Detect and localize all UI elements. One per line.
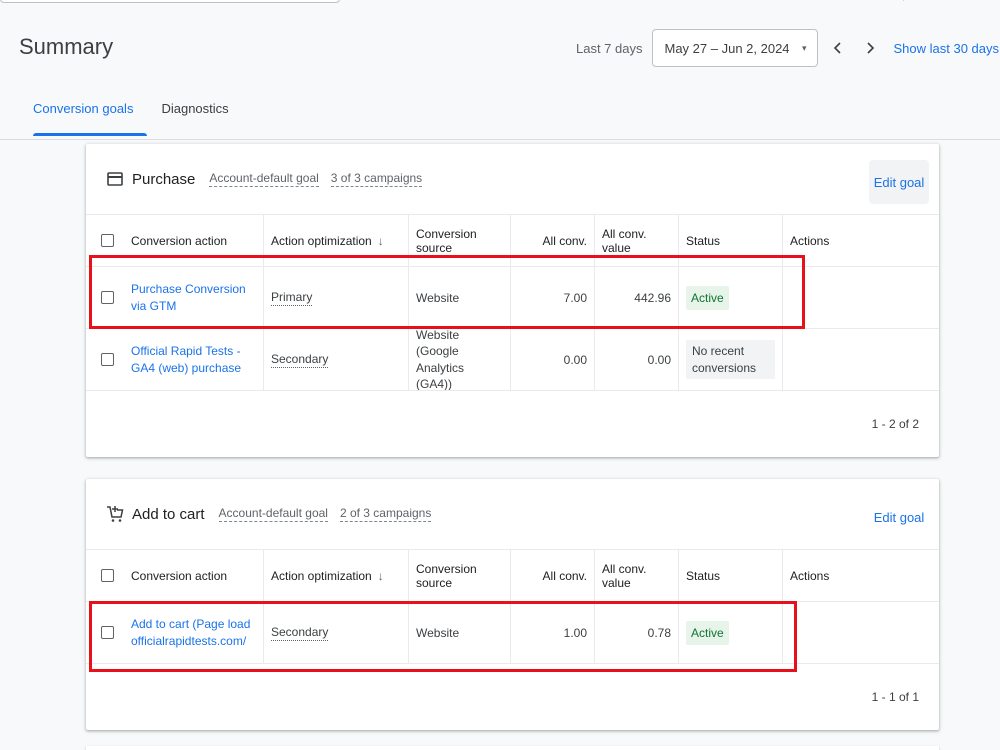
row-actions [783,602,939,663]
all-conv-value-amount: 0.00 [595,329,679,390]
column-header-status[interactable]: Status [679,550,783,601]
row-actions [783,329,939,390]
sort-arrow-down-icon: ↓ [377,568,384,583]
pagination-row: 1 - 1 of 1 [86,663,939,730]
conversion-source-value: Website [409,602,511,663]
goal-header: Purchase Account-default goal 3 of 3 cam… [86,144,939,214]
pagination-row: 1 - 2 of 2 [86,390,939,457]
dropdown-caret-icon: ▾ [801,42,807,53]
column-header-all-conv[interactable]: All conv. [511,550,595,601]
row-checkbox[interactable] [100,291,114,304]
conversion-source-value: Website [409,267,511,328]
conversion-source-value: Website (Google Analytics (GA4)) [409,328,511,391]
conversion-action-link[interactable]: Purchase Conversion via GTM [131,281,256,313]
goal-title: Add to cart [132,505,205,523]
pagination-text: 1 - 2 of 2 [871,417,919,431]
column-header-all-conv-value[interactable]: All conv. value [595,215,679,266]
status-badge: Active [686,620,729,645]
tab-diagnostics[interactable]: Diagnostics [147,92,242,136]
column-header-conversion-source[interactable]: Conversion source [409,215,511,266]
table-header-row: Conversion action Action optimization ↓ C… [86,214,939,266]
row-checkbox[interactable] [100,353,114,366]
edit-goal-button[interactable]: Edit goal [869,160,929,204]
column-header-conversion-source[interactable]: Conversion source [409,550,511,601]
goal-type[interactable]: Account-default goal [218,506,328,522]
all-conv-value: 1.00 [511,602,595,663]
chevron-left-icon [833,42,841,54]
show-last-30-days-link[interactable]: Show last 30 days [894,41,1000,56]
page-title: Summary [19,34,114,59]
conversion-action-link[interactable]: Official Rapid Tests - GA4 (web) purchas… [131,343,256,375]
goal-card-add-to-cart: Add to cart Account-default goal 2 of 3 … [86,479,939,730]
next-period-button[interactable] [854,32,886,64]
all-conv-value-amount: 0.78 [595,602,679,663]
all-conv-value: 7.00 [511,267,595,328]
column-header-all-conv-value[interactable]: All conv. value [595,550,679,601]
date-range-value: May 27 – Jun 2, 2024 [664,40,790,56]
goal-type[interactable]: Account-default goal [209,171,319,187]
sort-arrow-down-icon: ↓ [377,233,384,248]
optimization-value[interactable]: Primary [271,290,313,306]
top-search-field-edge[interactable] [0,0,340,3]
table-header-row: Conversion action Action optimization ↓ C… [86,549,939,601]
column-header-action-optimization[interactable]: Action optimization ↓ [264,550,409,601]
status-badge: Active [686,285,729,310]
select-all-checkbox[interactable] [100,569,114,582]
tab-bar: Conversion goals Diagnostics [19,92,243,136]
pagination-text: 1 - 1 of 1 [871,690,919,704]
goal-campaigns[interactable]: 3 of 3 campaigns [330,171,423,187]
next-goal-card-edge [86,746,939,750]
column-header-conversion-action[interactable]: Conversion action [128,215,264,266]
credit-card-icon [106,170,124,188]
column-header-all-conv[interactable]: All conv. [511,215,595,266]
column-header-conversion-action[interactable]: Conversion action [128,550,264,601]
row-checkbox[interactable] [100,626,114,639]
select-all-checkbox[interactable] [100,234,114,247]
row-actions [783,267,939,328]
edit-goal-button[interactable]: Edit goal [869,495,929,539]
previous-period-button[interactable] [822,32,854,64]
goal-title: Purchase [132,170,196,188]
goal-header: Add to cart Account-default goal 2 of 3 … [86,479,939,549]
table-row: Official Rapid Tests - GA4 (web) purchas… [86,328,939,391]
date-range-select[interactable]: May 27 – Jun 2, 2024 ▾ [651,29,818,67]
goal-campaigns[interactable]: 2 of 3 campaigns [339,506,432,522]
status-badge: No recent conversions [686,340,775,379]
date-range-controls: Last 7 days May 27 – Jun 2, 2024 ▾ Show … [576,28,999,68]
table-row: Purchase Conversion via GTM Primary Webs… [86,266,939,328]
tabs-divider [0,139,1000,140]
all-conv-value: 0.00 [511,329,595,390]
tab-conversion-goals[interactable]: Conversion goals [19,92,148,136]
shopping-cart-add-icon [106,505,124,523]
toolbar-icons-edge [902,0,904,1]
goal-card-purchase: Purchase Account-default goal 3 of 3 cam… [86,144,939,457]
conversion-action-link[interactable]: Add to cart (Page load officialrapidtest… [131,616,256,648]
optimization-value[interactable]: Secondary [271,352,329,368]
all-conv-value-amount: 442.96 [595,267,679,328]
chevron-right-icon [866,42,874,54]
column-header-status[interactable]: Status [679,215,783,266]
optimization-value[interactable]: Secondary [271,625,329,641]
column-header-actions: Actions [790,233,830,248]
column-header-action-optimization[interactable]: Action optimization ↓ [264,215,409,266]
date-range-label: Last 7 days [576,40,643,56]
table-row: Add to cart (Page load officialrapidtest… [86,601,939,663]
column-header-actions: Actions [790,568,830,583]
